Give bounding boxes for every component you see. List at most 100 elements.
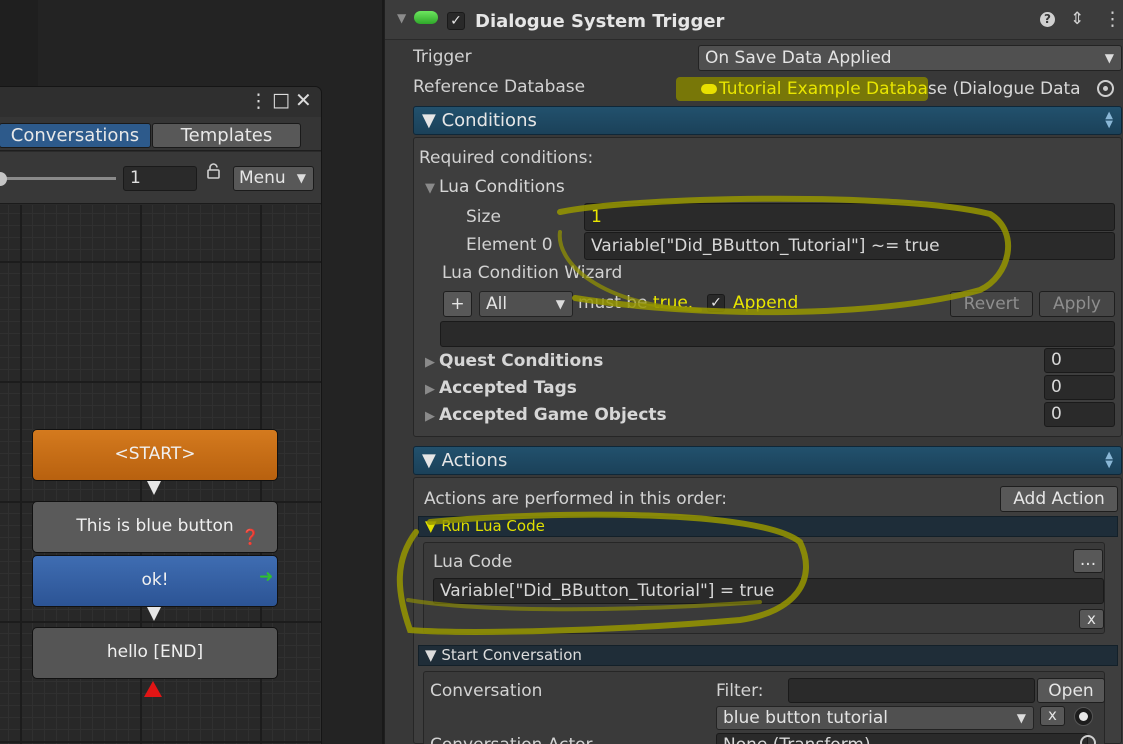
open-conversation-button[interactable]: Open xyxy=(1037,678,1105,703)
accepted-tags-label: Accepted Tags xyxy=(439,378,577,398)
trigger-dropdown[interactable]: On Save Data Applied ▼ xyxy=(698,45,1122,71)
menu-dropdown[interactable]: Menu ▼ xyxy=(233,166,314,191)
filter-input[interactable] xyxy=(788,678,1035,703)
node-start[interactable]: <START> xyxy=(32,429,278,481)
tab-templates[interactable]: Templates xyxy=(152,123,301,148)
clear-conversation-button[interactable]: x xyxy=(1040,706,1065,726)
more-options-icon[interactable]: ⋮ xyxy=(1103,8,1122,30)
menu-label: Menu xyxy=(239,168,286,188)
foldout-arrow-icon[interactable]: ▼ xyxy=(397,11,406,25)
chevron-down-icon: ▼ xyxy=(296,171,306,185)
conversation-dropdown[interactable]: blue button tutorial ▼ xyxy=(716,706,1034,730)
append-label: Append xyxy=(733,293,799,313)
condition-preview-field xyxy=(440,321,1115,347)
accepted-tags-foldout[interactable]: ▶ Accepted Tags xyxy=(425,378,577,398)
trigger-value: On Save Data Applied xyxy=(705,48,892,68)
start-conversation-label: Start Conversation xyxy=(441,646,582,664)
run-lua-code-label: Run Lua Code xyxy=(441,517,545,535)
component-header[interactable]: ▼ ✓ Dialogue System Trigger ? ⇕ ⋮ xyxy=(385,0,1123,40)
conversation-picker-icon[interactable] xyxy=(1074,707,1093,726)
lua-code-input[interactable]: Variable["Did_BButton_Tutorial"] = true xyxy=(433,578,1104,604)
reference-database-field[interactable]: Tutorial Example Database (Dialogue Data xyxy=(701,76,1089,102)
dialogue-editor-window: ⋮ □ ✕ Conversations Templates 1 Menu ▼ <… xyxy=(0,86,322,744)
reference-database-label: Reference Database xyxy=(413,77,586,97)
all-any-dropdown[interactable]: All ▼ xyxy=(479,291,573,317)
link-arrow-icon xyxy=(147,481,161,495)
required-conditions-label: Required conditions: xyxy=(419,148,594,168)
conversation-value: blue button tutorial xyxy=(723,708,888,728)
lock-icon[interactable] xyxy=(207,163,220,183)
append-checkbox[interactable]: ✓ xyxy=(707,294,725,312)
trigger-label: Trigger xyxy=(413,47,472,67)
quest-conditions-count[interactable]: 0 xyxy=(1044,348,1115,373)
inspector-panel: ▼ ✓ Dialogue System Trigger ? ⇕ ⋮ Trigge… xyxy=(384,0,1123,744)
database-name-rest: se (Dialogue Data xyxy=(927,79,1081,99)
red-warning-arrow-icon xyxy=(144,681,162,697)
help-icon[interactable]: ? xyxy=(1040,12,1055,27)
element-0-input[interactable]: Variable["Did_BButton_Tutorial"] ~= true xyxy=(584,232,1115,260)
zoom-slider-track[interactable] xyxy=(1,177,116,180)
accepted-game-objects-count[interactable]: 0 xyxy=(1044,402,1115,427)
node-ok[interactable]: ok! ➜ xyxy=(32,555,278,607)
node-hello-end[interactable]: hello [END] xyxy=(32,627,278,679)
foldout-arrow-icon: ▶ xyxy=(425,409,435,424)
quest-conditions-label: Quest Conditions xyxy=(439,351,604,371)
tab-conversations[interactable]: Conversations xyxy=(0,123,151,148)
more-options-icon[interactable]: ⋮ xyxy=(249,90,268,112)
foldout-arrow-icon: ▼ xyxy=(422,450,436,471)
conditions-header-label: Conditions xyxy=(441,110,537,131)
component-title: Dialogue System Trigger xyxy=(475,11,725,32)
editor-toolbar: 1 Menu ▼ xyxy=(0,152,321,204)
foldout-arrow-icon: ▼ xyxy=(422,110,436,131)
close-icon[interactable]: ✕ xyxy=(295,88,312,112)
size-input[interactable]: 1 xyxy=(584,203,1115,231)
lua-conditions-label: Lua Conditions xyxy=(439,177,565,197)
lua-conditions-foldout[interactable]: ▼ Lua Conditions xyxy=(425,177,565,197)
conditions-section-header[interactable]: ▼ Conditions ▲ ▼ xyxy=(413,106,1122,135)
conversation-actor-field[interactable]: None (Transform) xyxy=(716,733,1088,744)
all-any-value: All xyxy=(486,294,508,314)
actions-section-header[interactable]: ▼ Actions ▲ ▼ xyxy=(413,446,1122,475)
revert-button[interactable]: Revert xyxy=(950,291,1033,317)
add-action-button[interactable]: Add Action xyxy=(1000,486,1118,512)
node-blue-button[interactable]: This is blue button >>>>>> ❓ xyxy=(32,501,278,584)
filter-label: Filter: xyxy=(716,681,764,701)
add-condition-button[interactable]: + xyxy=(443,291,472,317)
chevron-down-icon: ▼ xyxy=(555,297,565,311)
quest-conditions-foldout[interactable]: ▶ Quest Conditions xyxy=(425,351,603,371)
accepted-tags-count[interactable]: 0 xyxy=(1044,375,1115,400)
node-ok-label: ok! xyxy=(141,570,169,590)
green-arrow-icon: ➜ xyxy=(259,567,274,587)
enabled-checkbox[interactable]: ✓ xyxy=(447,12,465,30)
database-asset-icon xyxy=(701,84,717,94)
foldout-arrow-icon: ▶ xyxy=(425,382,435,397)
remove-action-button[interactable]: x xyxy=(1079,609,1104,629)
object-picker-icon[interactable] xyxy=(1097,80,1114,97)
must-be-true-label: must be true. xyxy=(578,293,694,313)
chevron-down-icon: ▼ xyxy=(1016,711,1026,725)
script-icon xyxy=(414,11,438,24)
foldout-arrow-icon: ▼ xyxy=(425,646,437,664)
apply-button[interactable]: Apply xyxy=(1039,291,1115,317)
run-lua-code-header[interactable]: ▼ Run Lua Code xyxy=(418,516,1118,537)
presets-icon[interactable]: ⇕ xyxy=(1070,9,1084,29)
accepted-game-objects-foldout[interactable]: ▶ Accepted Game Objects xyxy=(425,405,667,425)
link-arrow-icon xyxy=(147,607,161,621)
zoom-slider-knob[interactable] xyxy=(0,172,7,186)
size-label: Size xyxy=(466,207,501,227)
start-conversation-header[interactable]: ▼ Start Conversation xyxy=(418,645,1118,666)
maximize-icon[interactable]: □ xyxy=(272,89,290,111)
conversation-label: Conversation xyxy=(430,681,543,701)
lua-code-ellipsis-button[interactable]: ... xyxy=(1073,549,1103,573)
lua-condition-wizard-label: Lua Condition Wizard xyxy=(442,263,623,283)
editor-titlebar: ⋮ □ ✕ xyxy=(0,87,321,117)
actions-order-label: Actions are performed in this order: xyxy=(424,489,728,509)
node-canvas[interactable]: <START> This is blue button >>>>>> ❓ ok!… xyxy=(0,205,321,744)
zoom-input[interactable]: 1 xyxy=(123,166,197,191)
expand-collapse-icon: ▲ ▼ xyxy=(1105,450,1113,470)
scene-view-edge xyxy=(0,0,38,86)
foldout-arrow-icon: ▶ xyxy=(425,355,435,370)
foldout-arrow-icon: ▼ xyxy=(425,517,437,535)
actor-picker-icon[interactable] xyxy=(1080,735,1096,744)
chevron-down-icon: ▼ xyxy=(1104,51,1114,65)
